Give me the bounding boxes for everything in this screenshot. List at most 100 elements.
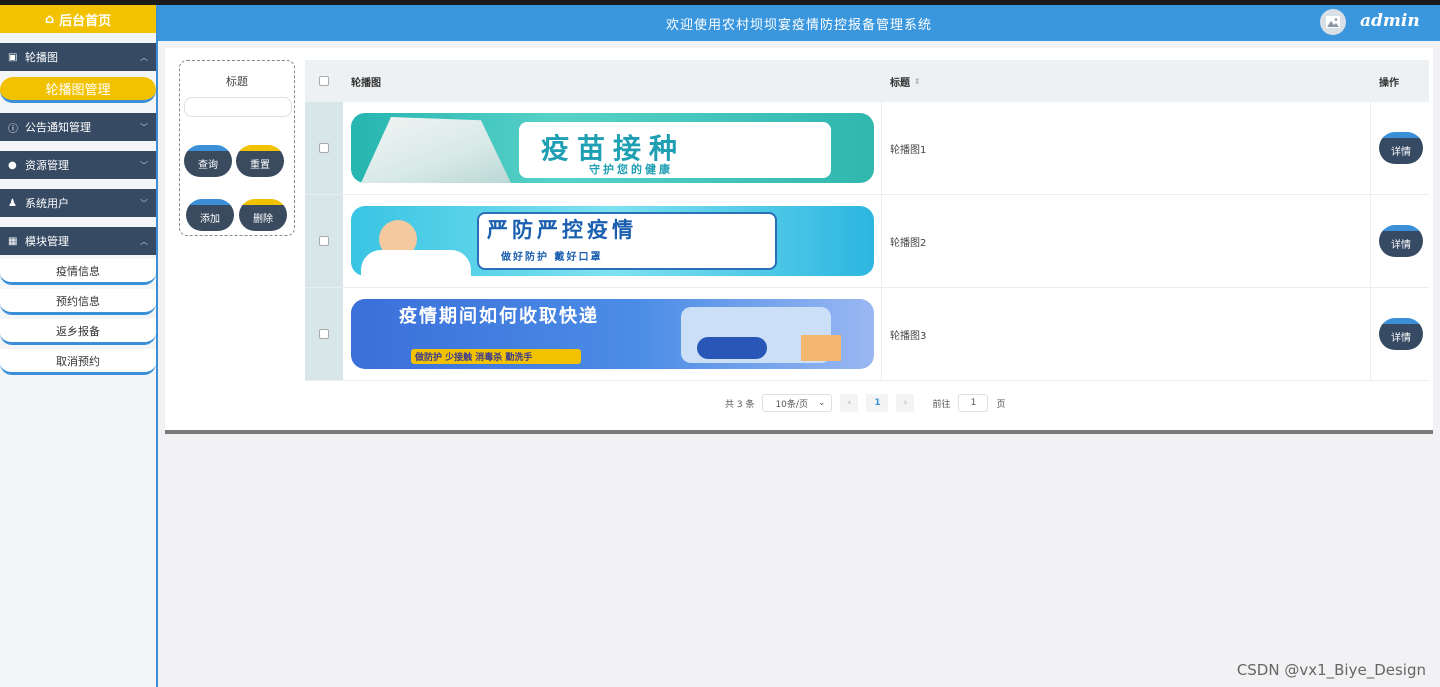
sidebar-item-cancel-reservation[interactable]: 取消预约 [0, 349, 156, 375]
title-cell: 轮播图2 [882, 195, 1371, 287]
menu-head-carousel[interactable]: ▣ 轮播图 ︿ [0, 43, 156, 71]
chevron-down-icon: ﹀ [140, 122, 148, 132]
menu-head-label: 模块管理 [25, 235, 69, 248]
select-all-checkbox[interactable] [319, 76, 329, 86]
detail-button[interactable]: 详情 [1379, 318, 1423, 350]
table-header: 轮播图 标题 ⇕ 操作 [305, 60, 1429, 102]
parcel-shape [801, 335, 841, 361]
menu-head-label: 轮播图 [25, 51, 58, 64]
home-icon: ⌂ [44, 11, 55, 27]
doctor-figure [361, 117, 511, 183]
image-icon [1326, 16, 1340, 28]
goto-suffix: 页 [996, 399, 1006, 410]
table-row: 严防严控疫情 做好防护 戴好口罩 轮播图2 详情 [305, 195, 1429, 288]
scooter-shape [697, 337, 767, 359]
watermark: CSDN @vx1_Biye_Design [1236, 661, 1426, 679]
doctor-coat [361, 250, 471, 276]
column-header-title[interactable]: 标题 ⇕ [882, 74, 1371, 89]
table-row: 疫苗接种 守护您的健康 轮播图1 详情 [305, 102, 1429, 195]
column-header-title-label: 标题 [890, 77, 910, 89]
chevron-up-icon: ︿ [140, 52, 148, 62]
menu-group-carousel: ▣ 轮播图 ︿ 轮播图管理 [0, 43, 156, 103]
chevron-left-icon: ‹ [847, 398, 852, 408]
menu-head-label: 系统用户 [25, 197, 69, 210]
column-header-actions: 操作 [1379, 77, 1399, 89]
menu-group-resource: ● 资源管理 ﹀ [0, 151, 156, 179]
banner-sub-text: 做防护 少接触 消毒杀 勤洗手 [411, 349, 581, 364]
image-cell: 严防严控疫情 做好防护 戴好口罩 [343, 195, 882, 287]
menu-head-resource[interactable]: ● 资源管理 ﹀ [0, 151, 156, 179]
actions-cell: 详情 [1371, 102, 1429, 194]
sidebar-item-return-report[interactable]: 返乡报备 [0, 319, 156, 345]
row-checkbox[interactable] [319, 143, 329, 153]
location-icon: ● [8, 159, 17, 171]
table-row: 疫情期间如何收取快递 做防护 少接触 消毒杀 勤洗手 轮播图3 详情 [305, 288, 1429, 381]
row-checkbox-cell [305, 102, 343, 194]
banner-image: 疫情期间如何收取快递 做防护 少接触 消毒杀 勤洗手 [351, 299, 874, 369]
select-all-cell [305, 76, 343, 86]
page-size-value: 10条/页 [775, 399, 808, 410]
carousel-table: 轮播图 标题 ⇕ 操作 疫苗接种 守护您的健康 轮播图1 详情 严防严控疫情 做… [305, 60, 1429, 381]
grid-icon: ▦ [8, 235, 18, 247]
row-checkbox[interactable] [319, 329, 329, 339]
chevron-right-icon: › [903, 398, 908, 408]
next-page-button[interactable]: › [896, 394, 915, 412]
menu-head-users[interactable]: ♟ 系统用户 ﹀ [0, 189, 156, 217]
banner-image: 疫苗接种 守护您的健康 [351, 113, 874, 183]
sidebar-home[interactable]: ⌂ 后台首页 [0, 5, 156, 33]
sidebar-item-carousel-manage[interactable]: 轮播图管理 [0, 77, 156, 103]
search-title-input[interactable] [184, 97, 292, 117]
add-button[interactable]: 添加 [186, 199, 234, 231]
row-checkbox-cell [305, 288, 343, 380]
row-checkbox[interactable] [319, 236, 329, 246]
query-button[interactable]: 查询 [184, 145, 232, 177]
column-header-image: 轮播图 [351, 77, 381, 89]
banner-main-text: 疫情期间如何收取快递 [399, 306, 599, 327]
sort-icon[interactable]: ⇕ [914, 77, 921, 86]
menu-group-users: ♟ 系统用户 ﹀ [0, 189, 156, 217]
image-cell: 疫苗接种 守护您的健康 [343, 102, 882, 194]
main-content: 标题 查询 重置 添加 删除 轮播图 标题 ⇕ 操作 疫苗接种 守护您的健康 轮… [165, 48, 1433, 434]
image-cell: 疫情期间如何收取快递 做防护 少接触 消毒杀 勤洗手 [343, 288, 882, 380]
menu-head-label: 公告通知管理 [25, 121, 91, 134]
goto-page-input[interactable]: 1 [958, 394, 989, 412]
search-title-label: 标题 [226, 75, 248, 88]
pagination-total: 共 3 条 [725, 399, 755, 410]
actions-cell: 详情 [1371, 195, 1429, 287]
title-cell: 轮播图1 [882, 102, 1371, 194]
chevron-up-icon: ︿ [140, 236, 148, 246]
menu-head-label: 资源管理 [25, 159, 69, 172]
menu-group-modules: ▦ 模块管理 ︿ 疫情信息 预约信息 返乡报备 取消预约 [0, 227, 156, 375]
detail-button[interactable]: 详情 [1379, 225, 1423, 257]
prev-page-button[interactable]: ‹ [840, 394, 859, 412]
actions-cell: 详情 [1371, 288, 1429, 380]
menu-head-notice[interactable]: ⓘ 公告通知管理 ﹀ [0, 113, 156, 141]
menu-head-modules[interactable]: ▦ 模块管理 ︿ [0, 227, 156, 255]
chevron-down-icon: ﹀ [140, 198, 148, 208]
delete-button[interactable]: 删除 [239, 199, 287, 231]
search-panel: 标题 查询 重置 添加 删除 [179, 60, 295, 236]
info-icon: ⓘ [8, 123, 18, 135]
sidebar: ⌂ 后台首页 ▣ 轮播图 ︿ 轮播图管理 ⓘ 公告通知管理 ﹀ ● 资源管理 ﹀… [0, 5, 158, 687]
page-size-select[interactable]: 10条/页 ⌄ [762, 394, 833, 412]
goto-label: 前往 [932, 399, 951, 410]
sidebar-item-epidemic-info[interactable]: 疫情信息 [0, 259, 156, 285]
detail-button[interactable]: 详情 [1379, 132, 1423, 164]
banner-image: 严防严控疫情 做好防护 戴好口罩 [351, 206, 874, 276]
sidebar-item-reservation-info[interactable]: 预约信息 [0, 289, 156, 315]
current-page-button[interactable]: 1 [866, 394, 889, 412]
user-icon: ♟ [8, 197, 17, 209]
page-title: 欢迎使用农村坝坝宴疫情防控报备管理系统 [665, 18, 932, 33]
sidebar-home-label: 后台首页 [59, 13, 112, 29]
chevron-down-icon: ﹀ [140, 160, 148, 170]
avatar[interactable] [1320, 9, 1346, 35]
banner-main-text: 严防严控疫情 [487, 218, 637, 242]
title-cell: 轮播图3 [882, 288, 1371, 380]
header: 欢迎使用农村坝坝宴疫情防控报备管理系统 admin [158, 5, 1440, 41]
banner-sub-text: 做好防护 戴好口罩 [501, 252, 603, 263]
reset-button[interactable]: 重置 [236, 145, 284, 177]
row-checkbox-cell [305, 195, 343, 287]
chevron-down-icon: ⌄ [817, 398, 826, 408]
banner-sub-text: 守护您的健康 [589, 163, 673, 176]
username[interactable]: admin [1360, 11, 1420, 31]
